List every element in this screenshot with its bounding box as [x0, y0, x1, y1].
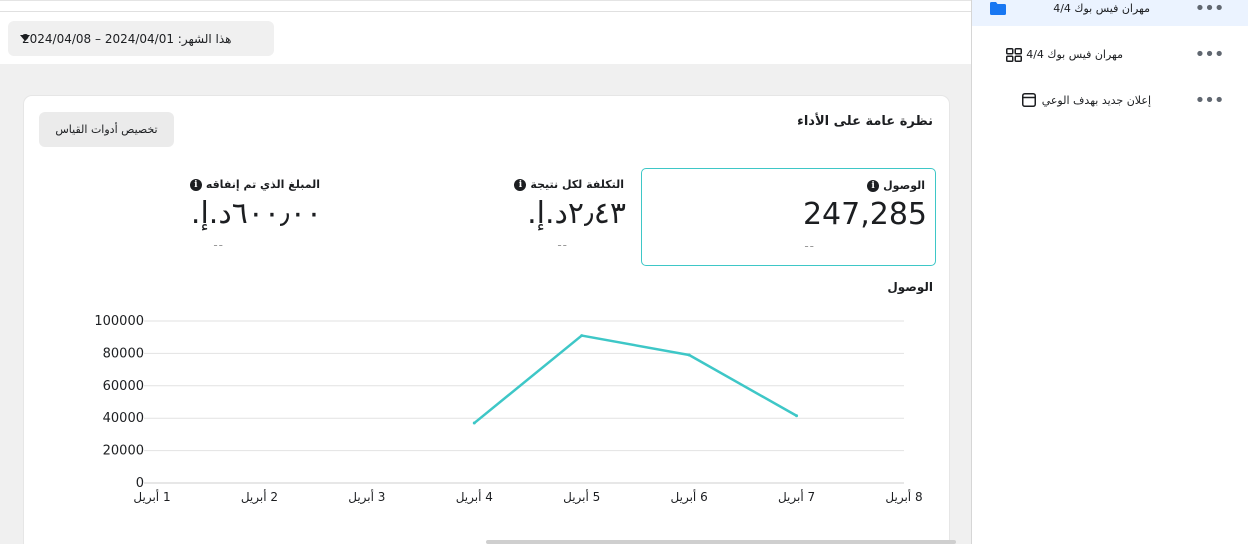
metric-cost-per-result[interactable]: التكلفة لكل نتيجة i ٢٫٤٣د.إ. --	[334, 168, 634, 266]
data-point	[795, 414, 799, 418]
x-tick-label: 5 أبريل	[563, 489, 600, 505]
data-point	[472, 421, 476, 425]
metric-label-text: المبلغ الذي تم إنفاقه	[205, 178, 320, 191]
more-options-icon[interactable]: •••	[1194, 0, 1225, 26]
performance-overview-card: نظرة عامة على الأداء تخصيص أدوات القياس …	[24, 96, 949, 544]
data-point	[687, 353, 691, 357]
x-tick-label: 1 أبريل	[133, 489, 170, 505]
metric-label: المبلغ الذي تم إنفاقه i	[189, 178, 320, 191]
horizontal-scrollbar[interactable]	[486, 540, 956, 544]
grid-icon	[1006, 48, 1022, 65]
metric-amount-spent[interactable]: المبلغ الذي تم إنفاقه i ٦٠٠٫٠٠د.إ. --	[24, 168, 330, 266]
metric-delta: --	[557, 238, 568, 252]
caret-down-icon	[20, 35, 30, 41]
top-divider	[0, 11, 972, 12]
campaign-tree-sidebar: مهران فيس بوك 4/4 ••• مهران فيس بوك 4/4 …	[972, 0, 1248, 544]
date-range-picker[interactable]: هذا الشهر: 2024/04/01 – 2024/04/08	[8, 21, 274, 56]
top-bar: هذا الشهر: 2024/04/01 – 2024/04/08	[0, 0, 972, 64]
folder-icon	[990, 2, 1006, 18]
series-line	[473, 334, 798, 425]
tree-item-campaign[interactable]: مهران فيس بوك 4/4 •••	[972, 0, 1248, 26]
info-icon[interactable]: i	[867, 179, 880, 192]
y-tick-label: 40000	[103, 411, 144, 426]
tree-item-ad[interactable]: إعلان جديد بهدف الوعي •••	[972, 82, 1248, 118]
more-options-icon[interactable]: •••	[1194, 82, 1225, 118]
data-point	[580, 334, 584, 338]
x-tick-label: 8 أبريل	[885, 489, 922, 505]
metric-value: ٢٫٤٣د.إ.	[527, 196, 626, 231]
card-title: نظرة عامة على الأداء	[797, 114, 933, 129]
tree-item-label: مهران فيس بوك 4/4	[1026, 48, 1123, 61]
metric-label: الوصول i	[867, 179, 925, 192]
x-tick-label: 7 أبريل	[778, 489, 815, 505]
x-tick-label: 3 أبريل	[348, 489, 385, 505]
ad-icon	[1022, 93, 1036, 110]
metric-label-text: الوصول	[883, 179, 925, 192]
tree-item-label: إعلان جديد بهدف الوعي	[1041, 94, 1151, 107]
y-tick-label: 60000	[103, 379, 144, 394]
x-tick-label: 6 أبريل	[671, 489, 708, 505]
tree-item-label: مهران فيس بوك 4/4	[1053, 2, 1150, 15]
metric-value: ٦٠٠٫٠٠د.إ.	[190, 196, 322, 231]
x-tick-label: 2 أبريل	[241, 489, 278, 505]
metric-label-text: التكلفة لكل نتيجة	[530, 178, 624, 191]
y-tick-label: 20000	[103, 444, 144, 459]
metric-label: التكلفة لكل نتيجة i	[514, 178, 624, 191]
main-area: هذا الشهر: 2024/04/01 – 2024/04/08 نظرة …	[0, 0, 972, 544]
x-tick-label: 4 أبريل	[456, 489, 493, 505]
tree-item-adset[interactable]: مهران فيس بوك 4/4 •••	[972, 36, 1248, 72]
metric-delta: --	[213, 238, 224, 252]
y-tick-label: 80000	[103, 346, 144, 361]
date-range-label: هذا الشهر: 2024/04/01 – 2024/04/08	[22, 31, 232, 46]
metric-delta: --	[804, 239, 815, 253]
reach-line-chart: 0 20000 40000 60000 80000 100000 1 أبريل 2 أبري…	[94, 314, 922, 505]
y-tick-label: 0	[136, 476, 144, 491]
more-options-icon[interactable]: •••	[1194, 36, 1225, 72]
info-icon[interactable]: i	[514, 178, 527, 191]
chart-title: الوصول	[887, 280, 933, 294]
metric-reach[interactable]: الوصول i 247,285 --	[641, 168, 936, 266]
metric-value: 247,285	[802, 197, 927, 232]
customize-metrics-button[interactable]: تخصيص أدوات القياس	[39, 112, 174, 147]
y-tick-label: 100000	[94, 314, 144, 329]
info-icon[interactable]: i	[189, 178, 202, 191]
